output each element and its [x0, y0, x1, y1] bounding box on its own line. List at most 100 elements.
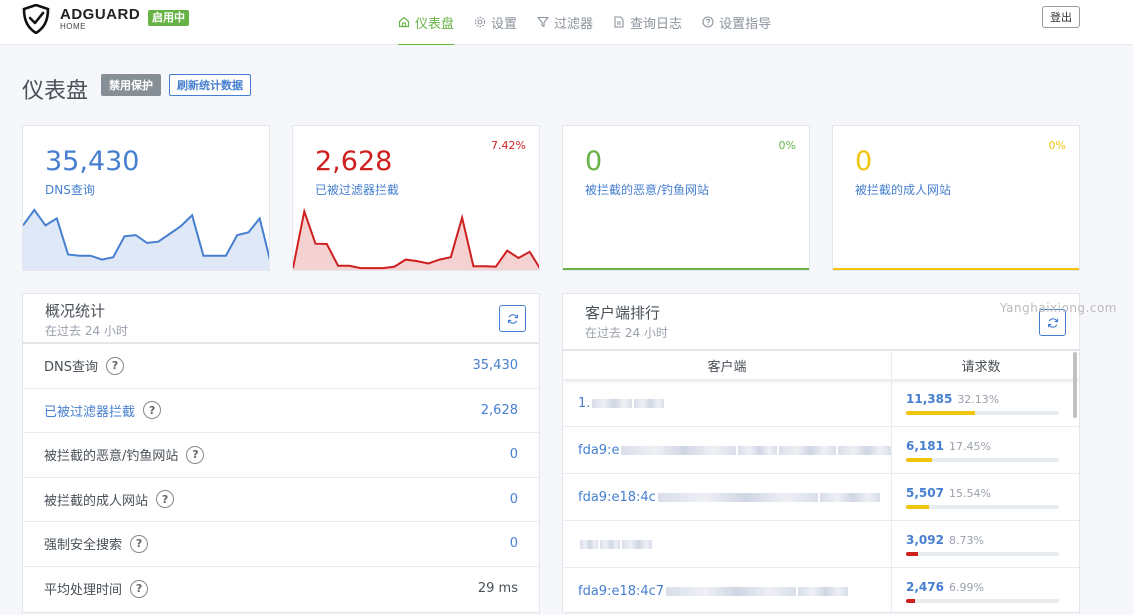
redacted-text-blur	[622, 539, 652, 549]
help-tooltip-icon[interactable]: ?	[156, 490, 175, 509]
client-cell[interactable]: fda9:e18:4c	[563, 474, 892, 520]
blocked-malware-label: 被拦截的恶意/钓鱼网站	[585, 183, 710, 197]
request-count-cell: 3,092 8.73%	[892, 521, 1070, 567]
stats-row: 被拦截的成人网站? 0	[23, 478, 539, 522]
gear-icon	[474, 16, 486, 28]
general-stats-refresh-button[interactable]	[499, 305, 526, 332]
stats-row-label-group: 强制安全搜索?	[44, 534, 149, 553]
help-tooltip-icon[interactable]: ?	[186, 445, 205, 464]
nav-setup-guide-label: 设置指导	[719, 16, 772, 32]
request-percent: 17.45%	[948, 440, 991, 453]
general-stats-title: 概况统计	[45, 302, 106, 320]
top-clients-title: 客户端排行	[585, 304, 661, 322]
card-blocked-malware: 0 被拦截的恶意/钓鱼网站 0%	[562, 125, 810, 271]
top-clients-table-header: 客户端 请求数	[563, 351, 1079, 380]
stats-row-value: 35,430	[472, 358, 519, 374]
adguard-shield-logo-icon[interactable]	[22, 4, 50, 34]
top-clients-panel: 客户端排行 在过去 24 小时 客户端 请求数 1. 11,385 32.13% fd…	[562, 293, 1080, 613]
redacted-text-blur	[798, 586, 849, 596]
blocked-filters-sparkline	[293, 207, 539, 270]
redacted-text-blur	[666, 586, 797, 596]
table-row: fda9:e18:4c 5,507 15.54%	[563, 474, 1079, 521]
nav-setup-guide[interactable]: 设置指导	[702, 0, 771, 45]
request-count: 11,385	[906, 392, 953, 406]
stats-row-label-group: 平均处理时间?	[44, 579, 149, 599]
stats-row-label: 被拦截的恶意/钓鱼网站	[44, 449, 179, 465]
redacted-text-blur	[621, 445, 737, 455]
disable-protection-button[interactable]: 禁用保护	[101, 74, 161, 96]
nav-settings[interactable]: 设置	[474, 0, 517, 45]
dns-queries-value: 35,430	[45, 146, 140, 177]
stats-row-label-group: 被拦截的恶意/钓鱼网站?	[44, 445, 205, 465]
help-tooltip-icon[interactable]: ?	[130, 534, 149, 553]
sparkline-area	[23, 209, 269, 270]
stats-row-label: DNS查询	[44, 360, 98, 376]
help-tooltip-icon[interactable]: ?	[130, 579, 149, 598]
stats-row-label: 平均处理时间	[44, 583, 123, 599]
request-progress-fill	[906, 599, 916, 603]
blocked-adult-percent: 0%	[1048, 139, 1066, 152]
request-progress-bar	[906, 458, 1059, 462]
nav-query-log[interactable]: 查询日志	[613, 0, 682, 45]
home-icon	[398, 16, 410, 28]
protection-status-badge: 启用中	[148, 10, 189, 26]
client-address[interactable]: fda9:e18:4c	[578, 490, 656, 505]
top-clients-table: 客户端 请求数 1. 11,385 32.13% fda9:e 6,181 17.45% f…	[563, 351, 1079, 612]
blocked-filters-label: 已被过滤器拦截	[315, 183, 400, 197]
redacted-text-blur	[600, 539, 620, 549]
help-tooltip-icon[interactable]: ?	[143, 401, 162, 420]
card-dns-queries: 35,430 DNS查询	[22, 125, 270, 271]
nav-filters[interactable]: 过滤器	[537, 0, 593, 45]
stats-row-label: 被拦截的成人网站	[44, 493, 149, 509]
request-progress-bar	[906, 599, 1059, 603]
refresh-stats-button[interactable]: 刷新统计数据	[169, 74, 251, 96]
question-circle-icon	[702, 16, 714, 28]
table-row: fda9:e18:4c7 2,476 6.99%	[563, 568, 1079, 612]
help-tooltip-icon[interactable]: ?	[106, 356, 124, 375]
logo-text: ADGUARD	[60, 6, 141, 23]
stats-row-label[interactable]: 已被过滤器拦截	[44, 401, 135, 420]
stats-row-label-group: 已被过滤器拦截?	[44, 401, 162, 420]
top-clients-rows: 1. 11,385 32.13% fda9:e 6,181 17.45% fda9:e18:…	[563, 380, 1079, 612]
logout-button[interactable]: 登出	[1042, 6, 1080, 28]
dns-queries-sparkline	[23, 208, 269, 270]
card-blocked-filters: 2,628 已被过滤器拦截 7.42%	[292, 125, 540, 271]
stats-row-value: 0	[509, 536, 518, 552]
client-address[interactable]: fda9:e	[578, 443, 619, 458]
blocked-filters-value: 2,628	[315, 146, 393, 177]
client-cell[interactable]: fda9:e	[563, 427, 892, 473]
client-address[interactable]: 1.	[578, 396, 590, 411]
request-progress-bar	[906, 505, 1059, 509]
stats-row: DNS查询? 35,430	[23, 344, 539, 389]
nav-dashboard[interactable]: 仪表盘	[398, 0, 455, 45]
client-cell[interactable]: fda9:e18:4c7	[563, 568, 892, 612]
nav-settings-label: 设置	[491, 16, 518, 32]
card-blocked-adult: 0 被拦截的成人网站 0%	[832, 125, 1080, 271]
blocked-adult-label: 被拦截的成人网站	[855, 183, 952, 197]
request-progress-fill	[906, 458, 932, 462]
redacted-text-blur	[580, 539, 598, 549]
malware-zero-line	[563, 268, 809, 270]
client-address[interactable]: fda9:e18:4c7	[578, 584, 664, 599]
top-clients-scrollbar[interactable]	[1073, 352, 1077, 418]
table-row: fda9:e 6,181 17.45%	[563, 427, 1079, 474]
request-count: 5,507	[906, 486, 944, 500]
dns-queries-label: DNS查询	[45, 183, 95, 197]
client-cell[interactable]	[563, 521, 892, 567]
top-clients-subtitle: 在过去 24 小时	[585, 326, 668, 340]
request-count: 3,092	[906, 533, 944, 547]
column-header-client[interactable]: 客户端	[563, 351, 892, 379]
nav-dashboard-label: 仪表盘	[415, 16, 455, 32]
general-stats-header: 概况统计 在过去 24 小时	[23, 294, 539, 344]
watermark-text: Yanghaixiong.com	[1000, 301, 1117, 315]
blocked-adult-value: 0	[855, 146, 873, 177]
redacted-text-blur	[838, 445, 891, 455]
general-stats-subtitle: 在过去 24 小时	[45, 324, 128, 338]
client-cell[interactable]: 1.	[563, 380, 892, 426]
stats-row-value: 2,628	[480, 402, 518, 418]
general-stats-panel: 概况统计 在过去 24 小时 DNS查询? 35,430 已被过滤器拦截? 2,628…	[22, 293, 540, 613]
request-progress-bar	[906, 411, 1059, 415]
request-count: 6,181	[906, 439, 944, 453]
request-percent: 6.99%	[948, 581, 984, 594]
column-header-requests[interactable]: 请求数	[892, 351, 1070, 379]
